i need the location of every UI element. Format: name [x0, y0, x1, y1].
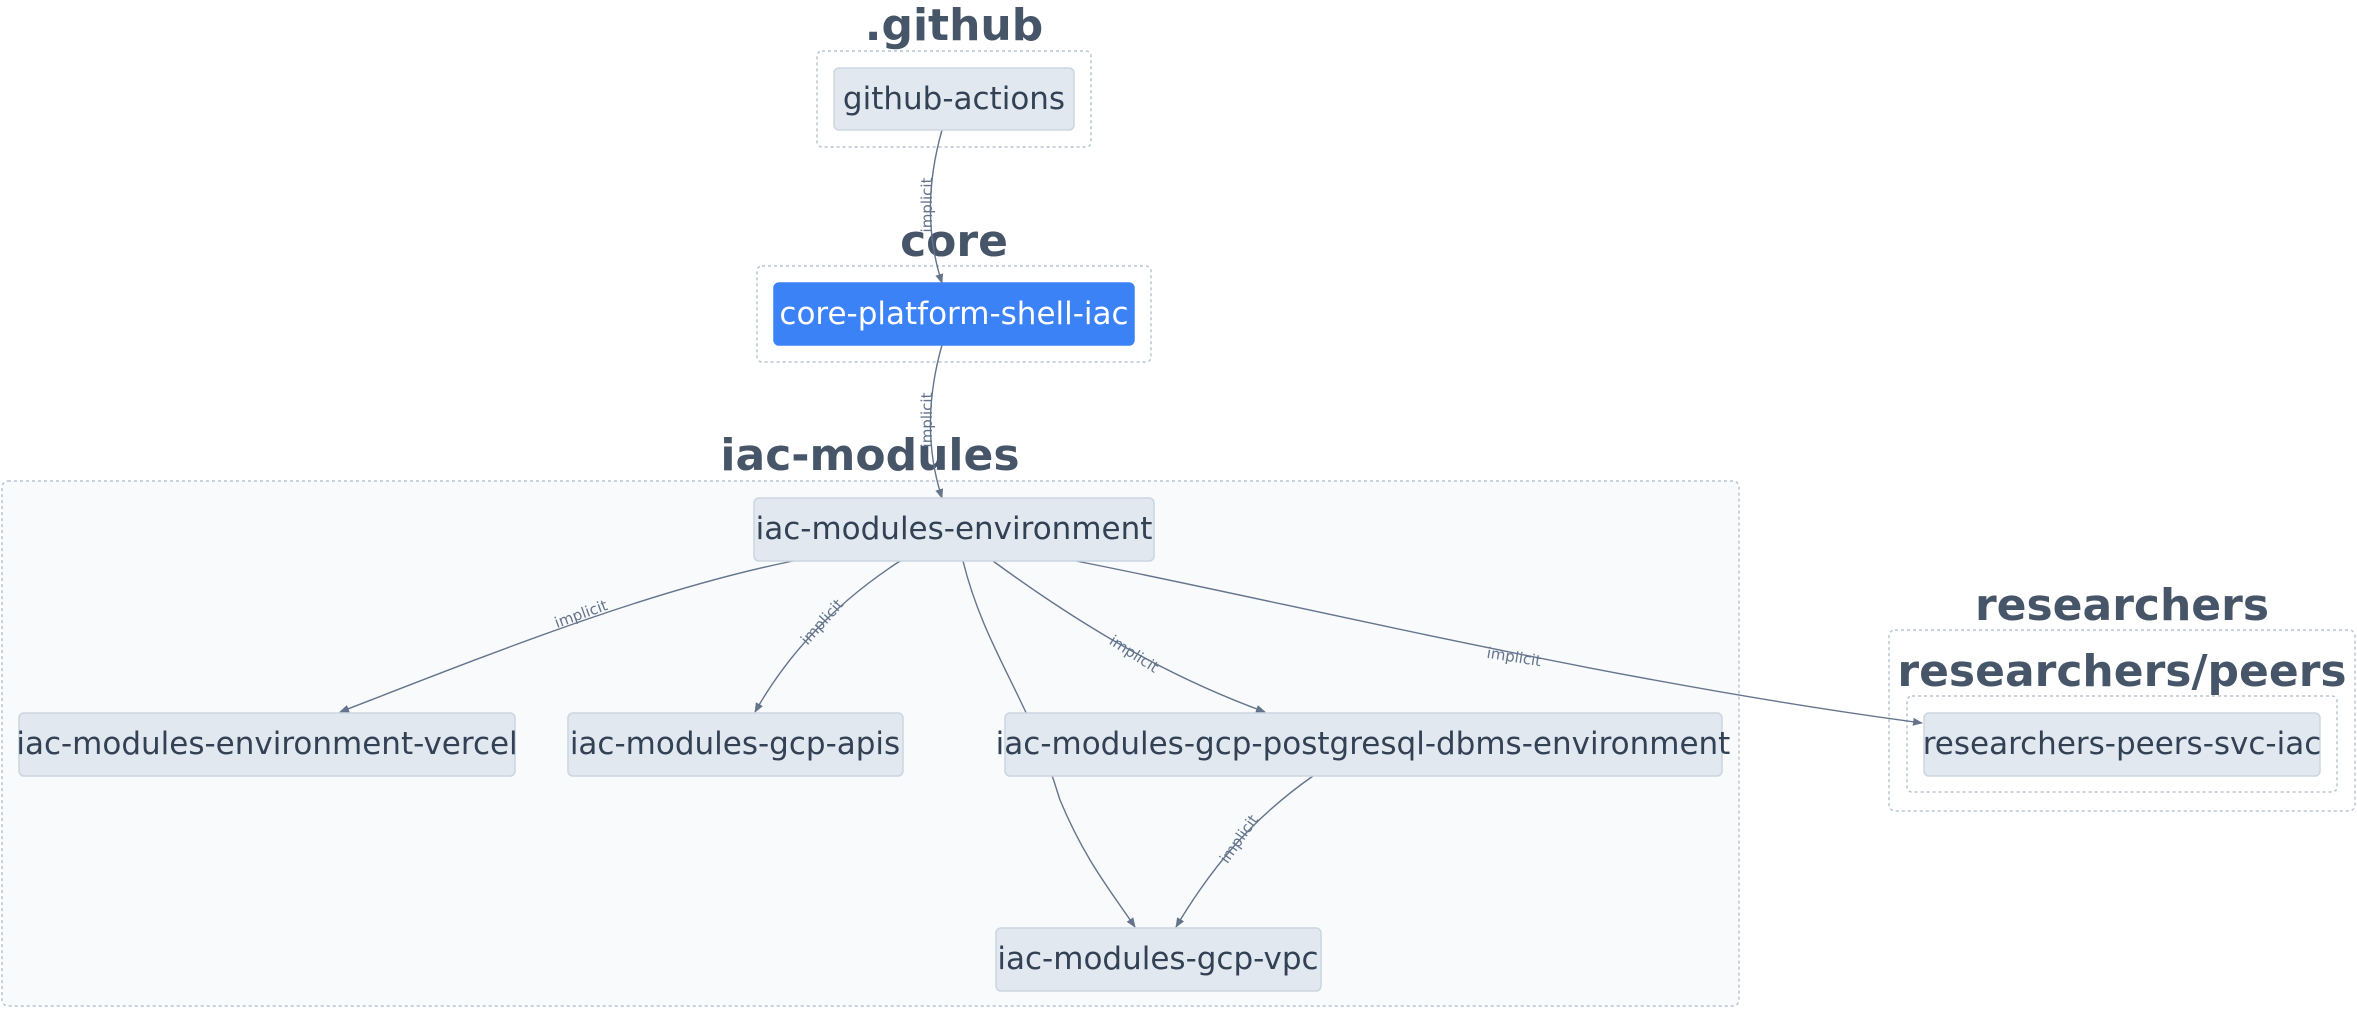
node-label: iac-modules-gcp-postgresql-dbms-environm…: [996, 726, 1731, 762]
node-label: iac-modules-gcp-vpc: [997, 941, 1318, 977]
group-title-researchers: researchers: [1975, 580, 2269, 631]
group-title-researchers-peers: researchers/peers: [1897, 646, 2346, 697]
node-core-platform-shell-iac[interactable]: core-platform-shell-iac: [773, 282, 1135, 346]
node-iac-modules-gcp-postgresql-dbms-environment[interactable]: iac-modules-gcp-postgresql-dbms-environm…: [996, 712, 1731, 777]
node-iac-modules-gcp-vpc[interactable]: iac-modules-gcp-vpc: [995, 927, 1322, 992]
node-label: iac-modules-environment: [756, 511, 1153, 547]
node-label: iac-modules-environment-vercel: [16, 726, 517, 762]
node-label: iac-modules-gcp-apis: [570, 726, 900, 762]
node-label: github-actions: [843, 81, 1065, 117]
group-title-core: core: [900, 216, 1008, 267]
node-label: researchers-peers-svc-iac: [1923, 726, 2322, 762]
node-github-actions[interactable]: github-actions: [833, 67, 1075, 131]
dependency-diagram: .github core iac-modules researchers res…: [1, 0, 2356, 1007]
node-iac-modules-environment-vercel[interactable]: iac-modules-environment-vercel: [16, 712, 518, 777]
node-iac-modules-gcp-apis[interactable]: iac-modules-gcp-apis: [567, 712, 904, 777]
node-iac-modules-environment[interactable]: iac-modules-environment: [753, 497, 1155, 562]
node-researchers-peers-svc-iac[interactable]: researchers-peers-svc-iac: [1923, 712, 2322, 777]
group-title-github: .github: [865, 0, 1043, 51]
edge-label: implicit: [918, 177, 936, 232]
edge-label: implicit: [918, 392, 936, 447]
group-title-iac-modules: iac-modules: [720, 430, 1019, 481]
node-label: core-platform-shell-iac: [779, 296, 1128, 332]
